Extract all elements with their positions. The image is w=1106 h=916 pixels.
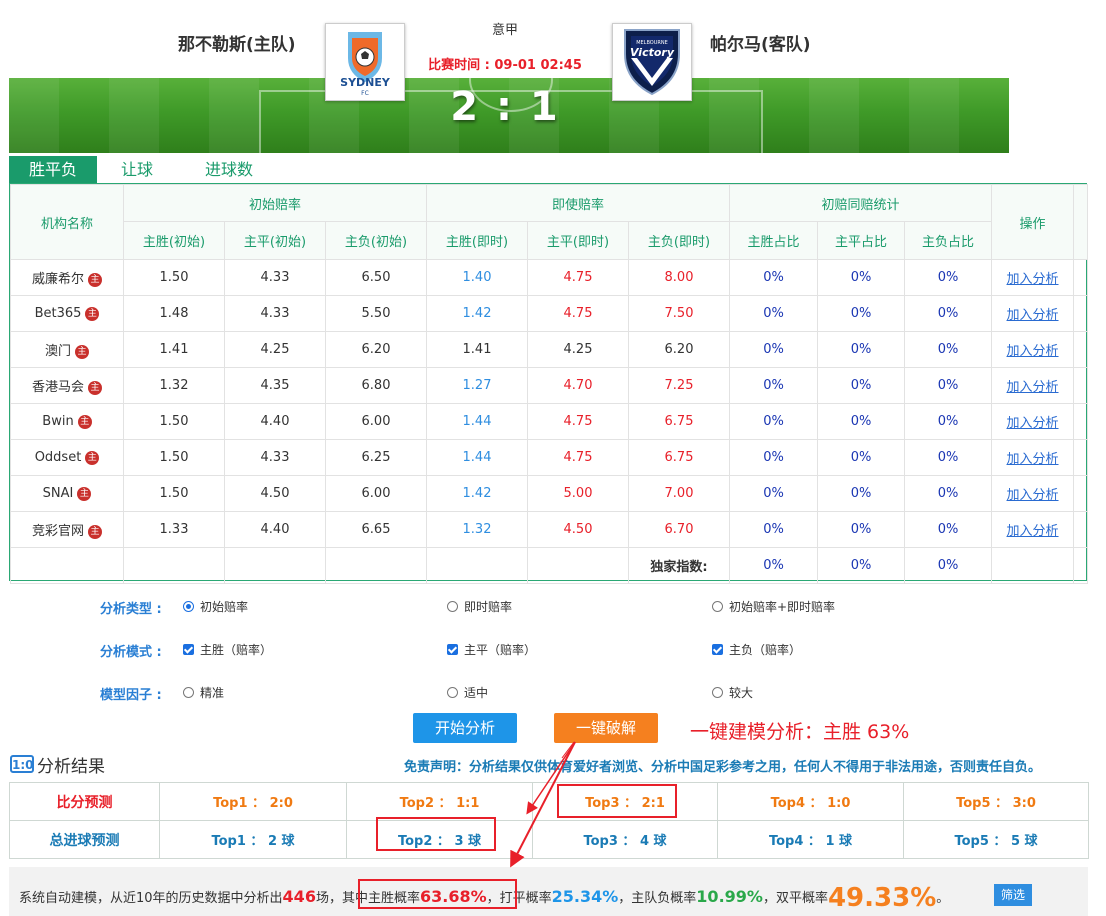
annotation-arrows-icon [510, 741, 576, 868]
